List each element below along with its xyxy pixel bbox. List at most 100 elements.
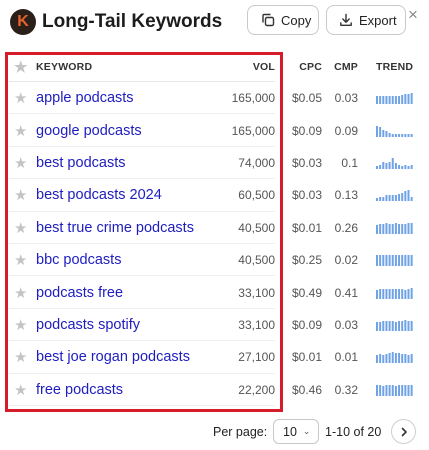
keyword-link[interactable]: bbc podcasts <box>36 244 121 276</box>
volume-value: 40,500 <box>238 253 275 268</box>
cmp-value: 0.1 <box>341 155 358 170</box>
star-icon[interactable]: ★ <box>14 309 32 341</box>
trend-sparkline <box>376 244 414 276</box>
trend-bar <box>391 157 394 169</box>
trend-bar <box>379 384 382 396</box>
star-icon[interactable]: ★ <box>14 341 32 373</box>
keyword-link[interactable]: free podcasts <box>36 374 123 406</box>
trend-bar <box>401 255 404 267</box>
next-page-button[interactable] <box>391 419 416 444</box>
volume-value: 40,500 <box>238 220 275 235</box>
cmp-value: 0.32 <box>334 382 358 397</box>
column-header-cmp[interactable]: CMP <box>330 52 358 82</box>
export-button[interactable]: Export <box>326 5 406 35</box>
pagination-range: 1-10 of 20 <box>325 425 382 439</box>
trend-bar <box>376 96 378 105</box>
keyword-link[interactable]: google podcasts <box>36 114 142 146</box>
table-row: ★ google podcasts 165,000 $0.09 0.09 <box>5 114 425 148</box>
trend-bar <box>376 355 378 364</box>
trend-bar <box>379 197 382 202</box>
close-icon[interactable]: × <box>408 5 418 25</box>
trend-bar <box>385 96 388 105</box>
column-header-cpc[interactable]: CPC <box>288 52 322 82</box>
star-icon[interactable]: ★ <box>14 276 32 308</box>
trend-bar <box>407 133 410 137</box>
trend-bar <box>410 133 413 137</box>
trend-sparkline <box>376 309 414 341</box>
trend-bar <box>404 384 407 396</box>
trend-bar <box>388 132 391 137</box>
column-header-vol[interactable]: VOL <box>185 52 275 82</box>
trend-bar <box>376 125 378 137</box>
export-button-label: Export <box>359 12 397 28</box>
keyword-link[interactable]: best podcasts 2024 <box>36 179 162 211</box>
trend-bar <box>388 161 391 169</box>
keyword-link[interactable]: apple podcasts <box>36 82 134 114</box>
trend-bar <box>382 355 385 364</box>
table-row: ★ best true crime podcasts 40,500 $0.01 0.26 <box>5 212 425 245</box>
star-icon[interactable]: ★ <box>14 244 32 276</box>
cmp-value: 0.41 <box>334 285 358 300</box>
trend-bar <box>394 321 397 331</box>
trend-bar <box>379 354 382 364</box>
trend-bar <box>407 165 410 169</box>
keyword-link[interactable]: best podcasts <box>36 147 125 179</box>
trend-bar <box>407 355 410 364</box>
keyword-link[interactable]: best joe rogan podcasts <box>36 341 190 373</box>
volume-value: 33,100 <box>238 317 275 332</box>
table-row: ★ best podcasts 74,000 $0.03 0.1 <box>5 147 425 180</box>
per-page-label: Per page: <box>213 425 268 439</box>
trend-bar <box>382 223 385 234</box>
cmp-value: 0.09 <box>334 123 358 138</box>
trend-bar <box>385 288 388 299</box>
star-icon[interactable]: ★ <box>14 212 32 244</box>
per-page-select[interactable]: 10 ⌄ <box>273 419 319 444</box>
logo: K <box>10 9 36 35</box>
trend-bar <box>385 384 388 396</box>
trend-bar <box>407 288 410 299</box>
trend-sparkline <box>376 114 414 146</box>
table-header-row: ★ KEYWORD VOL CPC CMP TREND <box>5 52 425 82</box>
trend-bar <box>385 195 388 202</box>
trend-bar <box>391 195 394 202</box>
trend-bar <box>401 384 404 396</box>
trend-bar <box>388 384 391 396</box>
cmp-value: 0.01 <box>334 350 358 365</box>
trend-bar <box>391 133 394 137</box>
trend-bar <box>379 223 382 234</box>
trend-bar <box>410 287 413 299</box>
star-icon[interactable]: ★ <box>14 374 32 406</box>
keyword-link[interactable]: podcasts free <box>36 276 123 308</box>
trend-bar <box>394 255 397 267</box>
star-icon[interactable]: ★ <box>14 179 32 211</box>
star-icon[interactable]: ★ <box>14 147 32 179</box>
trend-bar <box>401 223 404 234</box>
trend-bar <box>398 320 401 331</box>
star-icon[interactable]: ★ <box>14 82 32 114</box>
keyword-link[interactable]: podcasts spotify <box>36 309 140 341</box>
trend-bar <box>388 223 391 234</box>
column-header-keyword[interactable]: KEYWORD <box>36 52 92 82</box>
chevron-down-icon: ⌄ <box>302 426 311 436</box>
trend-bar <box>394 385 397 396</box>
panel-header: K Long-Tail Keywords Copy Export × <box>0 0 429 46</box>
trend-chart <box>376 319 413 331</box>
copy-button[interactable]: Copy <box>247 5 319 35</box>
pagination-bar: Per page: 10 ⌄ 1-10 of 20 <box>0 414 429 450</box>
keyword-link[interactable]: best true crime podcasts <box>36 212 194 244</box>
cpc-value: $0.05 <box>291 91 322 106</box>
trend-bar <box>385 222 388 234</box>
star-icon[interactable]: ★ <box>14 114 32 146</box>
trend-bar <box>394 195 397 202</box>
trend-bar <box>410 354 413 364</box>
trend-bar <box>388 320 391 331</box>
trend-sparkline <box>376 341 414 373</box>
cmp-value: 0.03 <box>334 91 358 106</box>
copy-button-label: Copy <box>281 12 312 28</box>
trend-bar <box>391 288 394 299</box>
trend-chart <box>376 255 413 267</box>
trend-bar <box>407 94 410 105</box>
volume-value: 22,200 <box>238 382 275 397</box>
trend-bar <box>398 194 401 202</box>
cpc-value: $0.03 <box>291 188 322 203</box>
